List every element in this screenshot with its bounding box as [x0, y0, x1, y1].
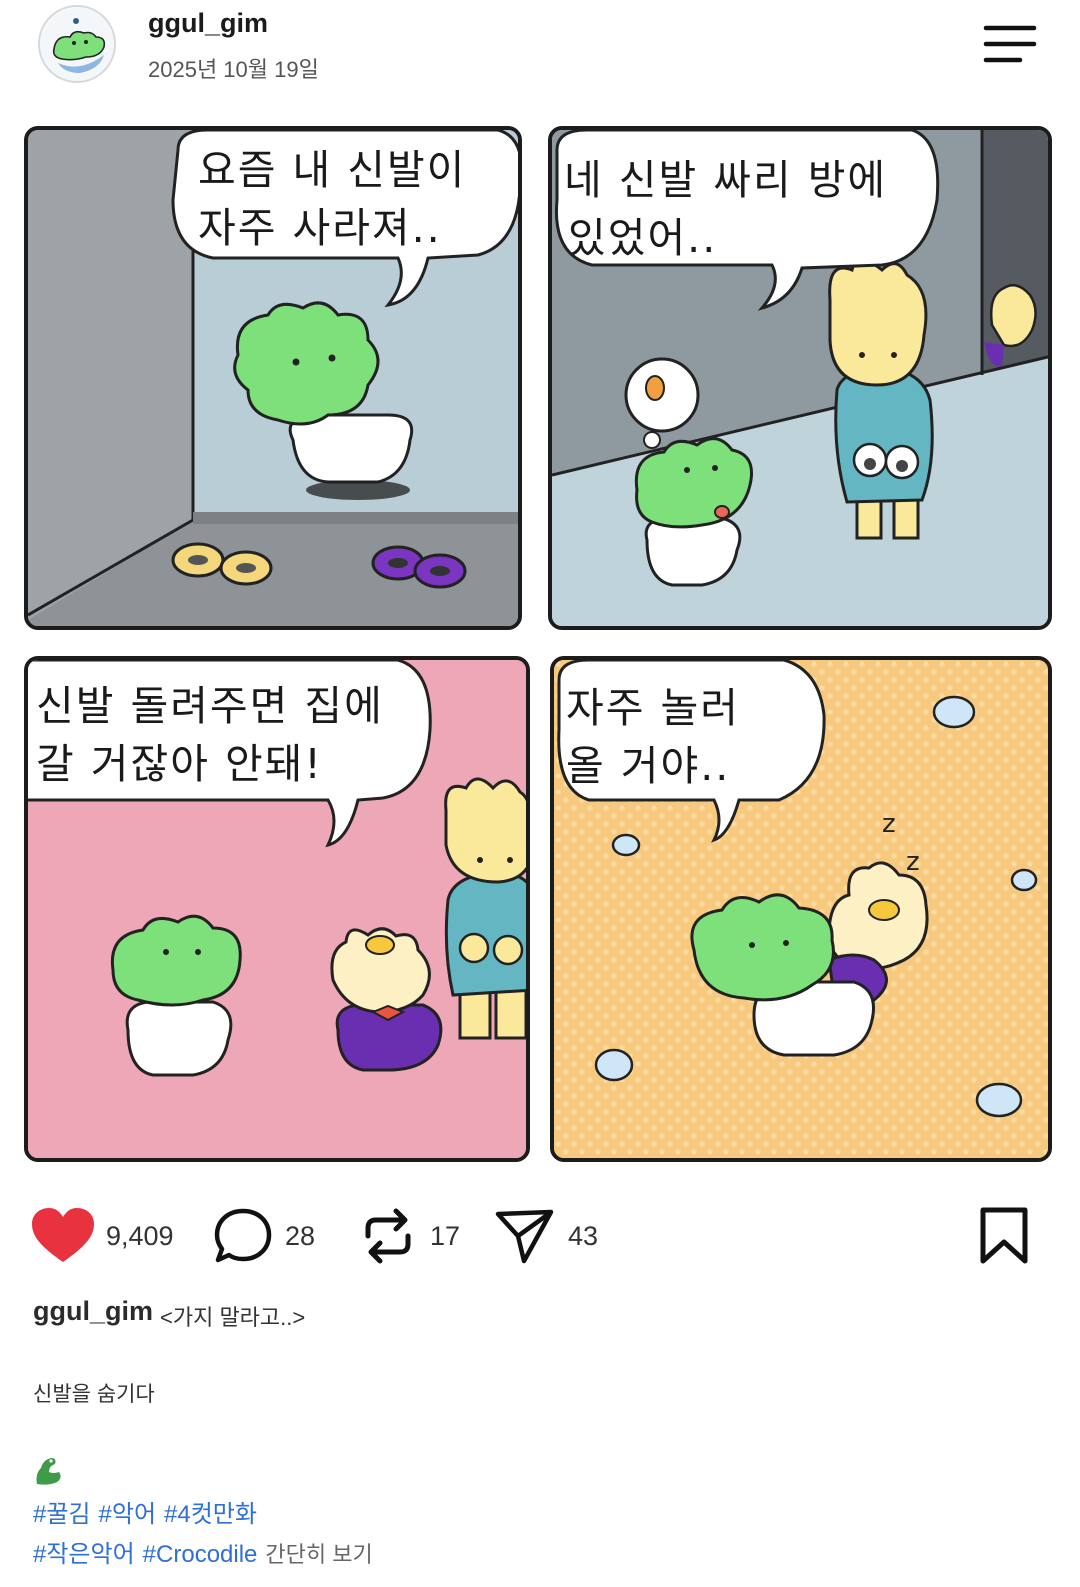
comment-button[interactable]: 28 — [213, 1206, 315, 1266]
comic-panel-3: 신발 돌려주면 집에 갈 거잖아 안돼! — [24, 656, 530, 1162]
hashtag-line-2: #작은악어 #Crocodile 간단히 보기 — [33, 1534, 373, 1569]
post-date: 2025년 10월 19일 — [148, 57, 319, 82]
panel-3-speech-line2: 갈 거잖아 안돼! — [36, 740, 323, 788]
avatar[interactable] — [38, 5, 116, 83]
panel-2-speech-line2: 있었어.. — [568, 214, 718, 262]
comment-icon — [214, 1208, 272, 1263]
caption-body: 신발을 숨기다 — [33, 1383, 155, 1406]
panel-4-speech-line1: 자주 놀러 — [566, 684, 740, 732]
hashtag-link[interactable]: #작은악어 — [33, 1541, 135, 1568]
share-count: 43 — [568, 1220, 599, 1251]
hashtag-link[interactable]: #꿀김 — [33, 1501, 91, 1528]
like-count: 9,409 — [106, 1220, 174, 1251]
hashtag-link[interactable]: #악어 — [99, 1501, 157, 1528]
comment-count: 28 — [285, 1220, 316, 1251]
caption-username[interactable]: ggul_gim — [33, 1296, 153, 1327]
panel-3-speech-line1: 신발 돌려주면 집에 — [36, 682, 384, 730]
croc-avatar-icon — [41, 8, 114, 81]
svg-text:z: z — [882, 809, 896, 839]
like-button[interactable]: 9,409 — [32, 1206, 174, 1266]
share-icon — [495, 1209, 554, 1264]
comic-panel-1: 요즘 내 신발이 자주 사라져.. — [24, 126, 522, 630]
menu-button[interactable] — [980, 22, 1038, 66]
post-actions: 9,409 28 17 43 — [0, 1200, 1080, 1275]
caption-title: <가지 말라고..> — [160, 1305, 306, 1330]
comic-panel-4: z z 자주 놀러 올 거야.. — [550, 656, 1052, 1162]
repost-count: 17 — [430, 1220, 461, 1251]
post-header: ggul_gim 2025년 10월 19일 — [0, 0, 1080, 110]
hashtag-link[interactable]: #4컷만화 — [164, 1501, 257, 1528]
repost-icon — [365, 1208, 411, 1264]
hashtag-link[interactable]: #Crocodile — [143, 1541, 258, 1568]
crocodile-emoji-icon — [36, 1458, 61, 1485]
panel-1-speech-line1: 요즘 내 신발이 — [198, 146, 467, 194]
repost-button[interactable]: 17 — [358, 1206, 460, 1266]
panel-2-speech-line1: 네 신발 싸리 방에 — [564, 156, 888, 204]
hashtag-line-1: #꿀김 #악어 #4컷만화 — [33, 1494, 265, 1529]
bookmark-button[interactable] — [978, 1206, 1030, 1266]
panel-4-speech-line2: 올 거야.. — [566, 742, 731, 790]
panel-1-speech-line2: 자주 사라져.. — [198, 204, 442, 252]
svg-text:z: z — [906, 847, 920, 877]
share-button[interactable]: 43 — [494, 1206, 598, 1266]
comic-image[interactable]: 요즘 내 신발이 자주 사라져.. 네 신발 싸리 방에 있었어.. 신발 돌려… — [20, 124, 1056, 1164]
comic-panel-2: 네 신발 싸리 방에 있었어.. — [548, 126, 1052, 630]
post-username[interactable]: ggul_gim — [148, 8, 268, 39]
heart-icon — [32, 1208, 94, 1262]
bookmark-icon — [980, 1207, 1028, 1264]
menu-icon — [983, 25, 1037, 63]
see-less-link[interactable]: 간단히 보기 — [265, 1542, 372, 1567]
